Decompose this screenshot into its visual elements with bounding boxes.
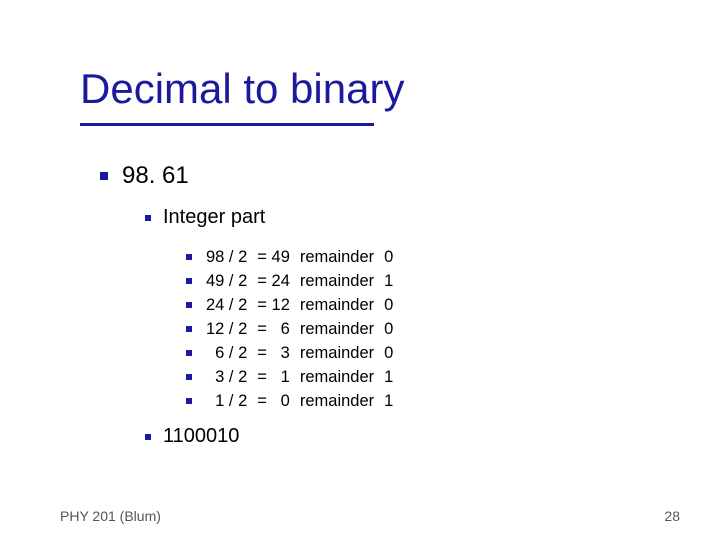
square-bullet-icon <box>145 215 151 221</box>
slide-number: 28 <box>664 508 680 524</box>
div-expr: 24 / 2 <box>206 293 247 317</box>
div-expr: 12 / 2 <box>206 317 247 341</box>
div-rem-label: remainder <box>300 245 374 269</box>
div-rem-val: 0 <box>384 317 393 341</box>
div-eq: = 0 <box>257 389 290 413</box>
div-eq: = 3 <box>257 341 290 365</box>
div-rem-val: 0 <box>384 341 393 365</box>
subhead-text: Integer part <box>163 206 265 229</box>
bullet-level2: Integer part <box>145 206 265 229</box>
square-bullet-icon <box>186 374 192 380</box>
division-step: 49 / 2 = 24 remainder 1 <box>186 269 393 293</box>
div-rem-val: 1 <box>384 365 393 389</box>
div-rem-label: remainder <box>300 293 374 317</box>
division-step: 1 / 2 = 0 remainder 1 <box>186 389 393 413</box>
div-expr: 49 / 2 <box>206 269 247 293</box>
div-rem-label: remainder <box>300 365 374 389</box>
bullet-level1: 98. 61 <box>100 162 189 190</box>
square-bullet-icon <box>186 350 192 356</box>
div-expr: 1 / 2 <box>206 389 247 413</box>
division-step: 98 / 2 = 49 remainder 0 <box>186 245 393 269</box>
div-rem-val: 0 <box>384 293 393 317</box>
div-eq: = 24 <box>257 269 290 293</box>
square-bullet-icon <box>186 278 192 284</box>
div-rem-val: 0 <box>384 245 393 269</box>
square-bullet-icon <box>145 434 151 440</box>
div-eq: = 12 <box>257 293 290 317</box>
division-step: 12 / 2 = 6 remainder 0 <box>186 317 393 341</box>
div-rem-label: remainder <box>300 389 374 413</box>
square-bullet-icon <box>186 254 192 260</box>
square-bullet-icon <box>186 302 192 308</box>
slide-title: Decimal to binary <box>80 65 404 113</box>
number-text: 98. 61 <box>122 162 189 190</box>
division-step: 24 / 2 = 12 remainder 0 <box>186 293 393 317</box>
title-underline <box>80 123 374 126</box>
div-rem-val: 1 <box>384 389 393 413</box>
div-expr: 98 / 2 <box>206 245 247 269</box>
binary-result: 1100010 <box>163 425 239 448</box>
division-steps: 98 / 2 = 49 remainder 0 49 / 2 = 24 rema… <box>186 245 393 413</box>
division-step: 6 / 2 = 3 remainder 0 <box>186 341 393 365</box>
div-expr: 3 / 2 <box>206 365 247 389</box>
square-bullet-icon <box>186 398 192 404</box>
div-expr: 6 / 2 <box>206 341 247 365</box>
footer-left: PHY 201 (Blum) <box>60 508 161 524</box>
slide: Decimal to binary 98. 61 Integer part 98… <box>0 0 720 540</box>
div-rem-label: remainder <box>300 341 374 365</box>
div-eq: = 1 <box>257 365 290 389</box>
div-eq: = 6 <box>257 317 290 341</box>
division-step: 3 / 2 = 1 remainder 1 <box>186 365 393 389</box>
div-eq: = 49 <box>257 245 290 269</box>
div-rem-val: 1 <box>384 269 393 293</box>
square-bullet-icon <box>100 172 108 180</box>
div-rem-label: remainder <box>300 269 374 293</box>
square-bullet-icon <box>186 326 192 332</box>
result-row: 1100010 <box>145 425 239 448</box>
div-rem-label: remainder <box>300 317 374 341</box>
